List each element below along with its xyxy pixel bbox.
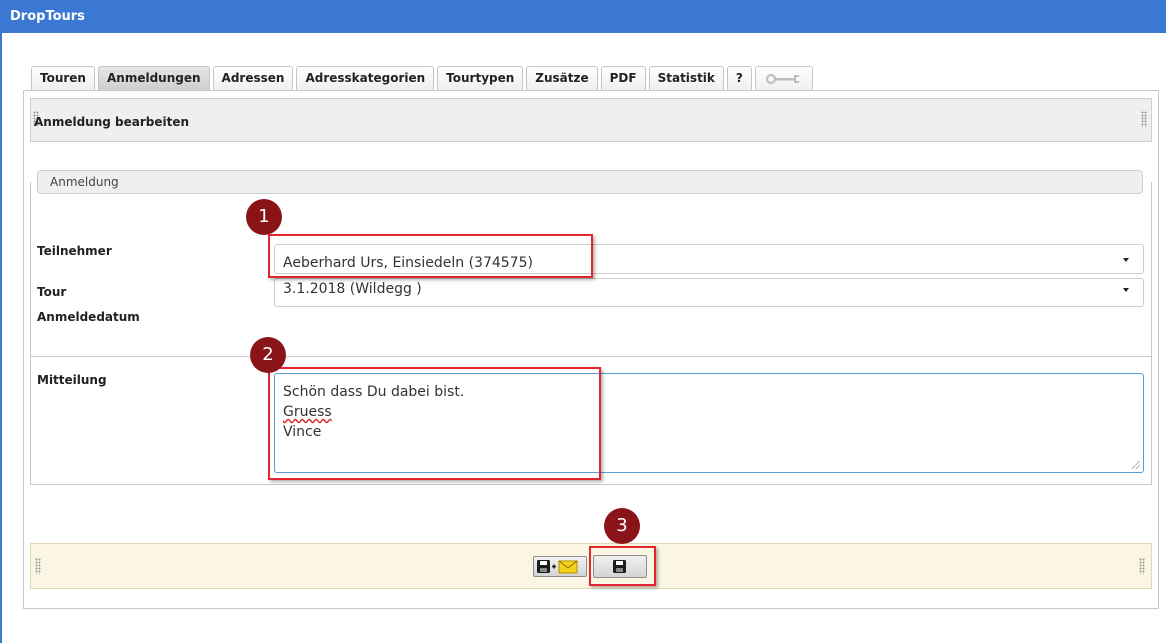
mitteilung-label: Mitteilung (37, 373, 107, 387)
fieldset-legend-bar (37, 170, 1143, 194)
tab-zusaetze[interactable]: Zusätze (526, 66, 598, 90)
floppy-disk-icon (613, 560, 626, 573)
left-border (0, 33, 2, 643)
chevron-down-icon (1123, 258, 1129, 262)
app-title: DropTours (10, 9, 85, 24)
tab-help[interactable]: ? (726, 66, 752, 90)
tab-statistik[interactable]: Statistik (648, 66, 724, 90)
annotation-badge-1: 1 (246, 199, 282, 235)
tour-value: 3.1.2018 (Wildegg ) (283, 281, 422, 297)
chevron-down-icon (1123, 288, 1129, 292)
drag-handle-icon[interactable] (1141, 111, 1147, 127)
tab-tourtypen[interactable]: Tourtypen (437, 66, 524, 90)
panel-title: Anmeldung bearbeiten (34, 115, 190, 129)
annotation-badge-3: 3 (604, 508, 640, 544)
teilnehmer-label: Teilnehmer (37, 244, 112, 258)
drag-handle-icon[interactable] (35, 558, 41, 574)
tour-label: Tour (37, 285, 67, 299)
fieldset-legend: Anmeldung (50, 175, 119, 189)
app-title-bar: DropTours (0, 0, 1166, 33)
tab-anmeldungen[interactable]: Anmeldungen (97, 66, 210, 90)
tab-adresskategorien[interactable]: Adresskategorien (296, 66, 435, 90)
annotation-badge-2: 2 (250, 337, 286, 373)
section-divider (30, 356, 1152, 357)
teilnehmer-value: Aeberhard Urs, Einsiedeln (374575) (283, 255, 533, 271)
action-bar (30, 543, 1152, 589)
tour-select[interactable]: 3.1.2018 (Wildegg ) (274, 278, 1144, 307)
save-button[interactable] (593, 555, 647, 578)
message-line: Vince (283, 424, 322, 440)
resize-handle-icon[interactable] (1132, 461, 1140, 469)
tab-touren[interactable]: Touren (31, 66, 95, 90)
message-line: Schön dass Du dabei bist. (283, 384, 465, 400)
panel-header (30, 98, 1152, 142)
anmeldedatum-label: Anmeldedatum (37, 310, 140, 324)
tab-adressen[interactable]: Adressen (212, 66, 294, 90)
mitteilung-textarea[interactable]: Schön dass Du dabei bist. Gruess Vince (274, 373, 1144, 473)
tab-pdf[interactable]: PDF (600, 66, 646, 90)
tab-settings[interactable] (754, 66, 813, 90)
message-line: Gruess (283, 404, 332, 420)
save-and-mail-icon (537, 560, 578, 574)
tab-bar: Touren Anmeldungen Adressen Adresskatego… (31, 66, 816, 91)
wrench-icon (765, 73, 799, 84)
teilnehmer-select[interactable]: Aeberhard Urs, Einsiedeln (374575) (274, 244, 1144, 274)
drag-handle-icon[interactable] (1139, 558, 1145, 574)
save-and-mail-button[interactable] (533, 556, 587, 577)
